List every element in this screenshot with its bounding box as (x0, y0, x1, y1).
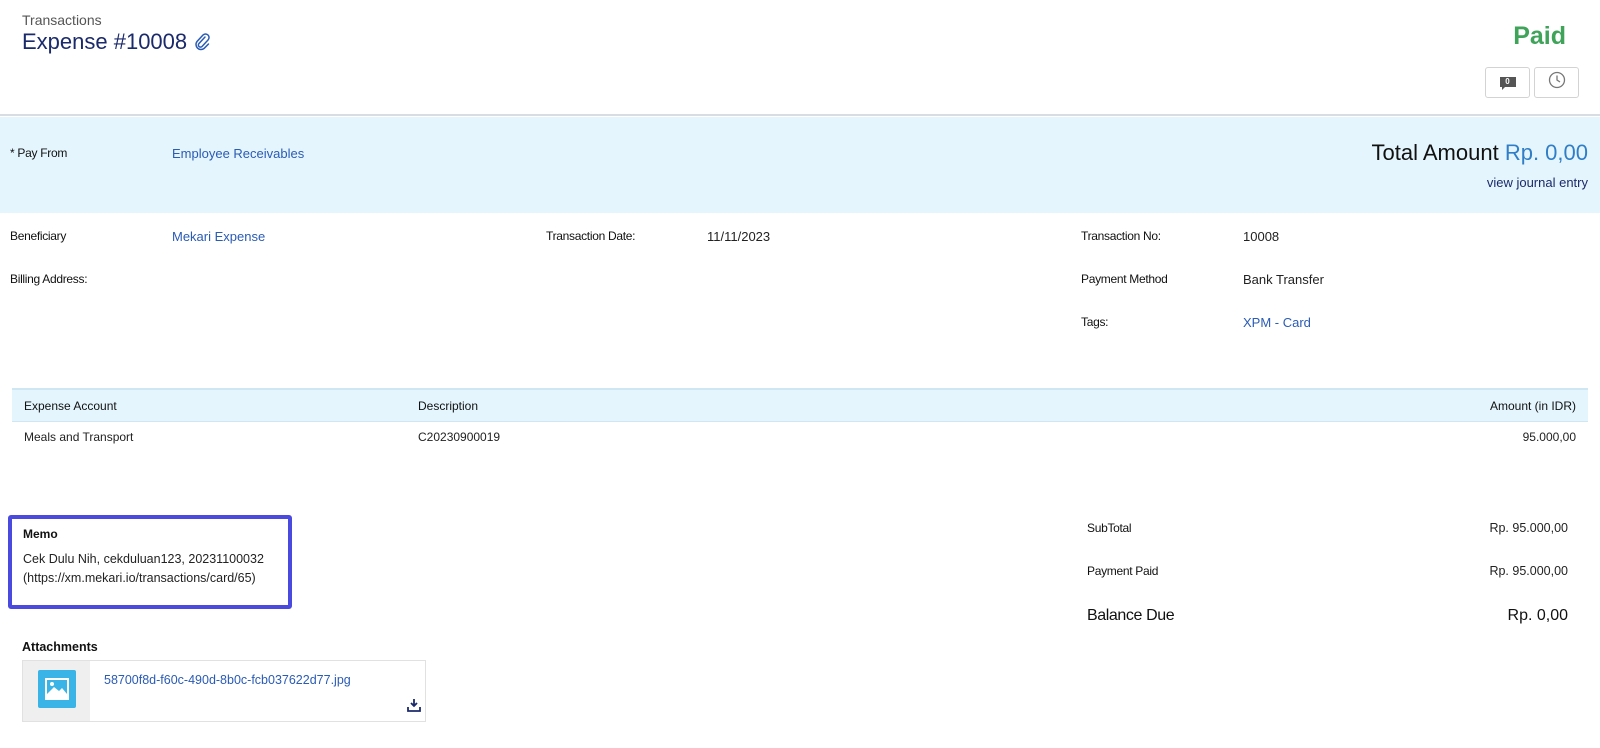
transaction-date-value: 11/11/2023 (707, 229, 771, 244)
comment-count: 0 (1505, 76, 1510, 86)
attachments-title: Attachments (22, 640, 98, 654)
total-amount-label: Total Amount (1371, 140, 1499, 165)
page-header: Transactions Expense #10008 Paid 0 (0, 0, 1600, 116)
total-amount-value: Rp. 0,00 (1504, 140, 1588, 165)
attachment-item: 58700f8d-f60c-490d-8b0c-fcb037622d77.jpg (22, 660, 426, 722)
transaction-no-value: 10008 (1243, 229, 1280, 244)
table-header: Expense Account Description Amount (in I… (12, 388, 1588, 422)
pay-from-section (0, 117, 1600, 213)
balance-due-label: Balance Due (1087, 607, 1175, 624)
paperclip-icon[interactable] (193, 32, 211, 52)
comment-icon: 0 (1499, 76, 1517, 90)
payment-paid-value: Rp. 95.000,00 (1489, 564, 1568, 578)
payment-method-label: Payment Method (1081, 272, 1168, 286)
memo-line-2: (https://xm.mekari.io/transactions/card/… (23, 571, 256, 585)
total-amount: Total Amount Rp. 0,00 (1372, 140, 1588, 166)
page-title-wrap: Expense #10008 (22, 29, 211, 55)
column-header-amount: Amount (in IDR) (1489, 399, 1576, 413)
column-header-account: Expense Account (24, 399, 117, 413)
balance-due-value: Rp. 0,00 (1507, 607, 1568, 624)
tags-label: Tags: (1081, 315, 1109, 329)
subtotal-value: Rp. 95.000,00 (1489, 521, 1568, 535)
attachment-file-link[interactable]: 58700f8d-f60c-490d-8b0c-fcb037622d77.jpg (104, 673, 351, 687)
view-journal-entry-link[interactable]: view journal entry (1487, 175, 1588, 190)
billing-address-label: Billing Address: (10, 272, 88, 286)
column-header-description: Description (418, 399, 479, 413)
status-badge: Paid (1513, 22, 1566, 50)
expense-table: Expense Account Description Amount (in I… (12, 388, 1588, 452)
beneficiary-link[interactable]: Mekari Expense (172, 229, 265, 244)
memo-line-1: Cek Dulu Nih, cekduluan123, 20231100032 (23, 552, 264, 566)
download-icon[interactable] (407, 698, 421, 717)
payment-paid-label: Payment Paid (1087, 564, 1159, 578)
image-icon (37, 669, 76, 713)
memo-title: Memo (23, 527, 58, 541)
expense-account-link[interactable]: Meals and Transport (24, 430, 133, 444)
breadcrumb[interactable]: Transactions (22, 12, 102, 28)
pay-from-label: * Pay From (10, 146, 68, 160)
pay-from-account-link[interactable]: Employee Receivables (172, 146, 304, 161)
transaction-date-label: Transaction Date: (546, 229, 636, 243)
subtotal-label: SubTotal (1087, 521, 1132, 535)
tag-link[interactable]: XPM - Card (1243, 315, 1311, 330)
table-row: Meals and Transport C20230900019 95.000,… (12, 422, 1588, 452)
page-title: Expense #10008 (22, 29, 188, 54)
comments-button[interactable]: 0 (1485, 67, 1530, 98)
memo-box: Memo Cek Dulu Nih, cekduluan123, 2023110… (8, 515, 292, 609)
history-button[interactable] (1534, 67, 1579, 98)
beneficiary-label: Beneficiary (10, 229, 67, 243)
description-cell: C20230900019 (418, 430, 501, 444)
attachment-thumbnail[interactable] (23, 661, 90, 721)
payment-method-value: Bank Transfer (1243, 272, 1324, 287)
amount-cell: 95.000,00 (1522, 430, 1576, 444)
clock-icon (1548, 71, 1566, 94)
transaction-no-label: Transaction No: (1081, 229, 1161, 243)
